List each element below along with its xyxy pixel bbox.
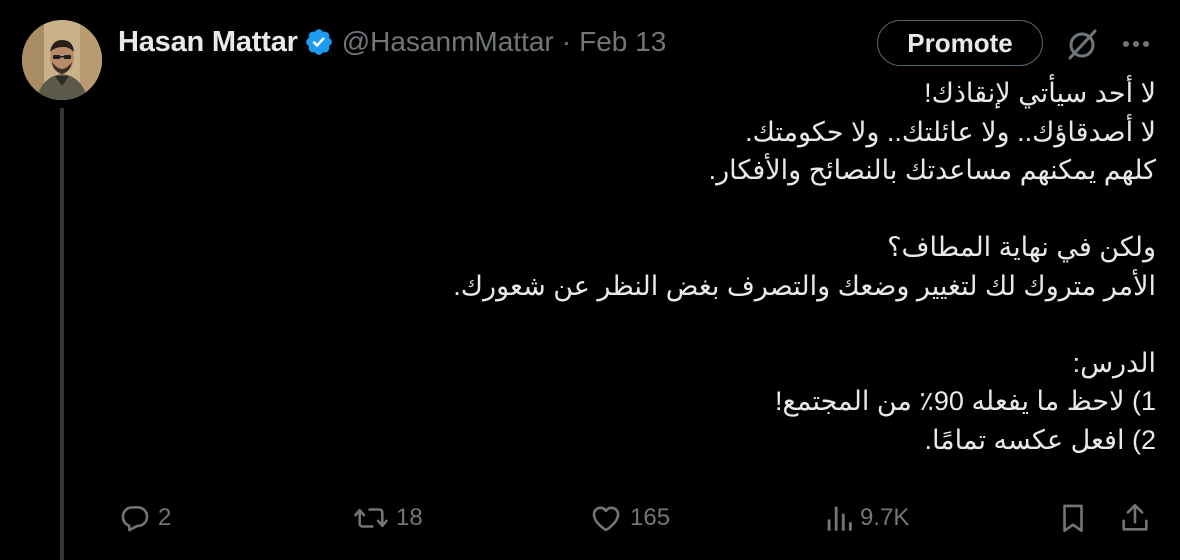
tweet-text-line: 2) افعل عكسه تمامًا. bbox=[924, 424, 1156, 455]
views-count: 9.7K bbox=[860, 504, 910, 531]
views-button[interactable]: 9.7K bbox=[824, 496, 909, 540]
repost-icon bbox=[352, 501, 390, 535]
bookmark-button[interactable] bbox=[1056, 496, 1090, 540]
tweet-actions: 2 18 165 9.7K bbox=[0, 496, 1180, 540]
thread-line bbox=[60, 108, 64, 560]
like-button[interactable]: 165 bbox=[588, 496, 670, 540]
tweet-text-line: ولكن في نهاية المطاف؟ bbox=[887, 232, 1156, 262]
tweet-text-line: الأمر متروك لك لتغيير وضعك والتصرف بغض ا… bbox=[453, 270, 1156, 301]
author-handle[interactable]: @HasanmMattar bbox=[342, 26, 554, 58]
tweet-date[interactable]: Feb 13 bbox=[579, 26, 666, 58]
verified-badge-icon[interactable] bbox=[304, 27, 334, 57]
tweet-text-line: كلهم يمكنهم مساعدتك بالنصائح والأفكار. bbox=[708, 155, 1156, 185]
views-chart-icon bbox=[824, 501, 854, 535]
reply-count: 2 bbox=[158, 504, 172, 531]
bookmark-icon bbox=[1056, 501, 1090, 535]
share-icon bbox=[1118, 501, 1152, 535]
avatar-image bbox=[22, 20, 102, 100]
reply-button[interactable]: 2 bbox=[118, 496, 171, 540]
tweet-header: Hasan Mattar @HasanmMattar · Feb 13 bbox=[118, 22, 666, 62]
tweet: Hasan Mattar @HasanmMattar · Feb 13 Prom… bbox=[0, 0, 1180, 560]
share-button[interactable] bbox=[1118, 496, 1152, 540]
tweet-text: لا أحد سيأتي لإنقاذك! لا أصدقاؤك.. ولا ع… bbox=[440, 74, 1156, 459]
repost-button[interactable]: 18 bbox=[352, 496, 423, 540]
promote-button[interactable]: Promote bbox=[877, 20, 1043, 66]
tweet-text-line: 1) لاحظ ما يفعله 90٪ من المجتمع! bbox=[774, 386, 1156, 416]
heart-icon bbox=[588, 501, 624, 535]
reply-icon bbox=[118, 501, 152, 535]
author-name[interactable]: Hasan Mattar bbox=[118, 26, 298, 59]
slashed-circle-icon[interactable] bbox=[1064, 26, 1100, 62]
header-separator: · bbox=[561, 26, 572, 57]
tweet-text-line: لا أصدقاؤك.. ولا عائلتك.. ولا حكومتك. bbox=[745, 116, 1156, 147]
more-dots-icon[interactable] bbox=[1118, 30, 1154, 58]
tweet-text-line: لا أحد سيأتي لإنقاذك! bbox=[924, 78, 1156, 108]
like-count: 165 bbox=[630, 504, 671, 531]
avatar[interactable] bbox=[22, 20, 102, 100]
repost-count: 18 bbox=[396, 504, 423, 531]
tweet-text-line: الدرس: bbox=[1072, 347, 1156, 378]
